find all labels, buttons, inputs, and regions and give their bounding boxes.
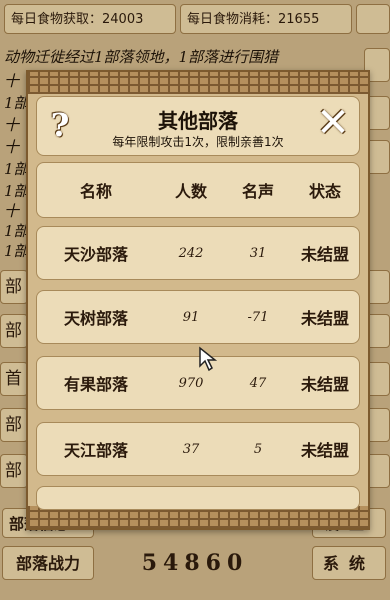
- dialog-header: ? 其他部落 每年限制攻击1次，限制亲善1次 ✕: [36, 96, 360, 156]
- tribe-name: 天树部落: [63, 309, 128, 328]
- tribe-status: 未结盟: [300, 245, 349, 264]
- tribe-status: 未结盟: [300, 375, 349, 394]
- dialog-title: 其他部落: [158, 109, 238, 133]
- tribe-population: 91: [182, 309, 200, 325]
- tribe-row[interactable]: 天沙部落 242 31 未结盟: [36, 226, 360, 280]
- column-fame: 名声: [241, 182, 274, 201]
- other-tribes-dialog: ? 其他部落 每年限制攻击1次，限制亲善1次 ✕ 名称 人数 名声 状态 天沙部…: [26, 70, 370, 530]
- close-icon[interactable]: ✕: [315, 103, 351, 143]
- tribe-fame: -71: [247, 309, 269, 325]
- tribe-name: 天江部落: [63, 441, 128, 460]
- tribe-row[interactable]: 天江部落 37 5 未结盟: [36, 422, 360, 476]
- tribe-row-partial[interactable]: [36, 486, 360, 510]
- tribe-fame: 31: [249, 245, 267, 261]
- tribe-status: 未结盟: [300, 309, 349, 328]
- tribe-status: 未结盟: [300, 441, 349, 460]
- column-name: 名称: [79, 182, 112, 201]
- column-status: 状态: [308, 182, 341, 201]
- tribe-fame: 47: [249, 375, 267, 391]
- tribe-name: 有果部落: [63, 375, 128, 394]
- tribe-name: 天沙部落: [63, 245, 128, 264]
- tribe-row[interactable]: 天树部落 91 -71 未结盟: [36, 290, 360, 344]
- tribe-population: 37: [182, 441, 200, 457]
- tribe-population: 242: [178, 245, 204, 261]
- dialog-subtitle: 每年限制攻击1次，限制亲善1次: [112, 135, 284, 149]
- tribe-fame: 5: [253, 441, 263, 457]
- column-population: 人数: [174, 182, 207, 201]
- fret-border-top: [28, 72, 368, 94]
- table-header: 名称 人数 名声 状态: [36, 162, 360, 218]
- mouse-cursor-icon: [199, 346, 218, 372]
